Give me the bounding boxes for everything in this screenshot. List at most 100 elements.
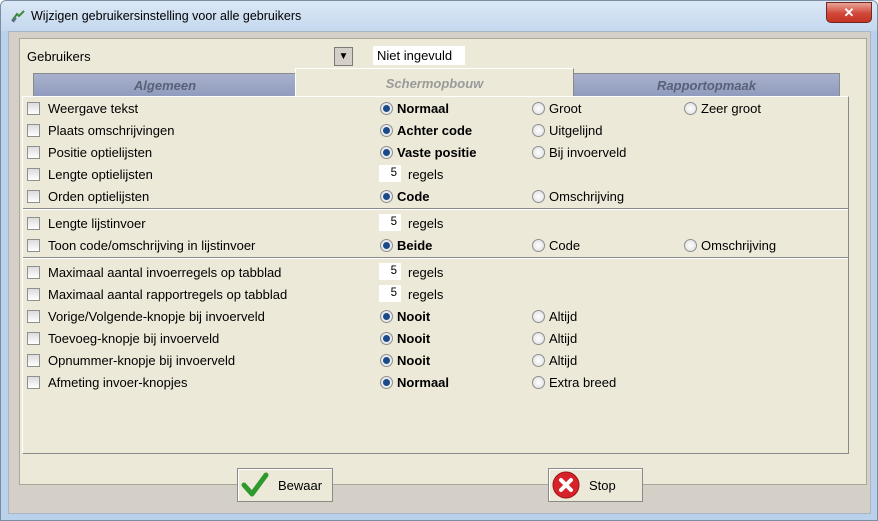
radio-achter-code[interactable] — [380, 124, 393, 137]
row-checkbox[interactable] — [27, 217, 40, 230]
option-label: Omschrijving — [701, 238, 777, 253]
option-label: Normaal — [397, 101, 450, 116]
users-field[interactable]: Niet ingevuld — [373, 46, 465, 65]
option-label: Nooit — [397, 353, 431, 368]
setting-row-plaats-omschrijvingen: Plaats omschrijvingen Achter code Uitgel… — [23, 121, 848, 141]
radio-code[interactable] — [532, 239, 545, 252]
option-label: Omschrijving — [549, 189, 625, 204]
setting-row-weergave-tekst: Weergave tekst Normaal Groot Zeer groot — [23, 99, 848, 119]
setting-label: Lengte lijstinvoer — [48, 216, 146, 231]
row-checkbox[interactable] — [27, 332, 40, 345]
close-button[interactable]: ✕ — [826, 2, 872, 23]
option-label: Nooit — [397, 309, 431, 324]
option-label: Altijd — [549, 309, 578, 324]
row-checkbox[interactable] — [27, 310, 40, 323]
radio-extra-breed[interactable] — [532, 376, 545, 389]
unit-label: regels — [408, 265, 444, 280]
setting-row-vorige-volgende: Vorige/Volgende-knopje bij invoerveld No… — [23, 307, 848, 327]
radio-nooit[interactable] — [380, 354, 393, 367]
setting-label: Maximaal aantal invoerregels op tabblad — [48, 265, 282, 280]
row-checkbox[interactable] — [27, 354, 40, 367]
row-checkbox[interactable] — [27, 376, 40, 389]
radio-zeer-groot[interactable] — [684, 102, 697, 115]
radio-omschrijving[interactable] — [684, 239, 697, 252]
setting-label: Toon code/omschrijving in lijstinvoer — [48, 238, 256, 253]
option-label: Altijd — [549, 331, 578, 346]
title-bar[interactable]: Wijzigen gebruikersinstelling voor alle … — [1, 1, 877, 31]
number-input[interactable]: 5 — [379, 263, 401, 280]
radio-uitgelijnd[interactable] — [532, 124, 545, 137]
radio-code[interactable] — [380, 190, 393, 203]
app-icon — [11, 10, 25, 23]
radio-altijd[interactable] — [532, 332, 545, 345]
radio-altijd[interactable] — [532, 354, 545, 367]
setting-label: Lengte optielijsten — [48, 167, 153, 182]
setting-label: Orden optielijsten — [48, 189, 150, 204]
save-button-label: Bewaar — [278, 478, 323, 493]
row-checkbox[interactable] — [27, 239, 40, 252]
tab-rapportopmaak[interactable]: Rapportopmaak — [573, 73, 840, 97]
option-label: Zeer groot — [701, 101, 761, 116]
users-dropdown-button[interactable]: ▼ — [334, 47, 353, 66]
setting-row-max-rapportregels: Maximaal aantal rapportregels op tabblad… — [23, 285, 848, 305]
setting-row-lengte-lijstinvoer: Lengte lijstinvoer 5 regels — [23, 214, 848, 234]
setting-label: Maximaal aantal rapportregels op tabblad — [48, 287, 288, 302]
stop-button[interactable]: Stop — [548, 468, 643, 502]
radio-altijd[interactable] — [532, 310, 545, 323]
number-input[interactable]: 5 — [379, 165, 401, 182]
option-label: Extra breed — [549, 375, 617, 390]
row-checkbox[interactable] — [27, 102, 40, 115]
users-label: Gebruikers — [27, 49, 91, 64]
option-label: Altijd — [549, 353, 578, 368]
row-checkbox[interactable] — [27, 288, 40, 301]
option-label: Code — [549, 238, 581, 253]
unit-label: regels — [408, 167, 444, 182]
setting-label: Opnummer-knopje bij invoerveld — [48, 353, 236, 368]
stop-button-label: Stop — [589, 478, 616, 493]
setting-row-toon-code-omschrijving: Toon code/omschrijving in lijstinvoer Be… — [23, 236, 848, 256]
radio-omschrijving[interactable] — [532, 190, 545, 203]
option-label: Groot — [549, 101, 582, 116]
option-label: Normaal — [397, 375, 450, 390]
radio-groot[interactable] — [532, 102, 545, 115]
radio-nooit[interactable] — [380, 332, 393, 345]
section-divider — [23, 208, 848, 210]
setting-label: Afmeting invoer-knopjes — [48, 375, 188, 390]
unit-label: regels — [408, 287, 444, 302]
dialog-window: Wijzigen gebruikersinstelling voor alle … — [0, 0, 878, 521]
setting-row-orden-optielijsten: Orden optielijsten Code Omschrijving — [23, 187, 848, 207]
option-label: Achter code — [397, 123, 473, 138]
setting-label: Toevoeg-knopje bij invoerveld — [48, 331, 220, 346]
tab-algemeen[interactable]: Algemeen — [33, 73, 297, 97]
row-checkbox[interactable] — [27, 168, 40, 181]
radio-nooit[interactable] — [380, 310, 393, 323]
radio-vaste-positie[interactable] — [380, 146, 393, 159]
setting-label: Vorige/Volgende-knopje bij invoerveld — [48, 309, 265, 324]
option-label: Nooit — [397, 331, 431, 346]
unit-label: regels — [408, 216, 444, 231]
option-label: Uitgelijnd — [549, 123, 603, 138]
section-divider — [23, 257, 848, 259]
chevron-down-icon: ▼ — [338, 51, 349, 62]
setting-row-positie-optielijsten: Positie optielijsten Vaste positie Bij i… — [23, 143, 848, 163]
radio-bij-invoerveld[interactable] — [532, 146, 545, 159]
number-input[interactable]: 5 — [379, 214, 401, 231]
setting-label: Weergave tekst — [48, 101, 139, 116]
option-label: Code — [397, 189, 430, 204]
row-checkbox[interactable] — [27, 266, 40, 279]
setting-label: Positie optielijsten — [48, 145, 153, 160]
setting-row-max-invoerregels: Maximaal aantal invoerregels op tabblad … — [23, 263, 848, 283]
radio-beide[interactable] — [380, 239, 393, 252]
row-checkbox[interactable] — [27, 146, 40, 159]
radio-normaal[interactable] — [380, 376, 393, 389]
setting-row-toevoeg-knopje: Toevoeg-knopje bij invoerveld Nooit Alti… — [23, 329, 848, 349]
setting-row-lengte-optielijsten: Lengte optielijsten 5 regels — [23, 165, 848, 185]
stop-x-icon — [552, 471, 580, 499]
tab-schermopbouw[interactable]: Schermopbouw — [295, 68, 574, 98]
row-checkbox[interactable] — [27, 190, 40, 203]
checkmark-icon — [241, 472, 269, 497]
radio-normaal[interactable] — [380, 102, 393, 115]
number-input[interactable]: 5 — [379, 285, 401, 302]
save-button[interactable]: Bewaar — [237, 468, 333, 502]
row-checkbox[interactable] — [27, 124, 40, 137]
